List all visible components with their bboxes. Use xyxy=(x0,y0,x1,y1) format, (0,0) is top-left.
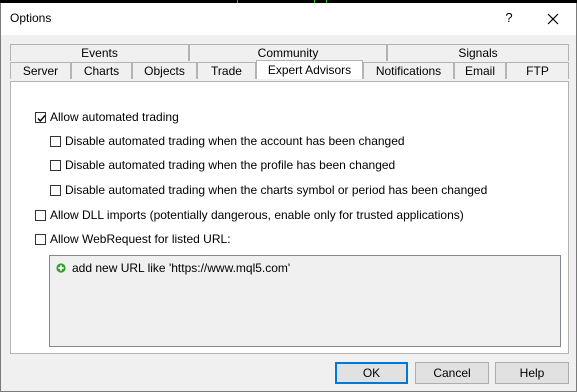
tab-ftp[interactable]: FTP xyxy=(506,62,569,79)
ok-button[interactable]: OK xyxy=(335,362,408,384)
checkmark-icon xyxy=(37,114,46,122)
allow-dll-imports-option[interactable]: Allow DLL imports (potentially dangerous… xyxy=(35,207,464,223)
disable-on-profile-change-checkbox[interactable] xyxy=(50,159,61,171)
tab-email[interactable]: Email xyxy=(454,62,506,79)
allow-automated-trading-checkbox[interactable] xyxy=(35,111,46,123)
allow-dll-imports-checkbox[interactable] xyxy=(35,209,46,221)
allow-dll-imports-label: Allow DLL imports (potentially dangerous… xyxy=(50,208,464,222)
tab-row-bottom: Server Charts Objects Trade Expert Advis… xyxy=(10,60,569,80)
url-list[interactable]: add new URL like 'https://www.mql5.com' xyxy=(49,255,561,347)
allow-automated-trading-label: Allow automated trading xyxy=(50,110,179,124)
tab-trade[interactable]: Trade xyxy=(197,62,256,79)
help-title-button[interactable]: ? xyxy=(501,8,517,28)
tab-server[interactable]: Server xyxy=(10,62,71,79)
title-bar: Options ? xyxy=(1,3,576,35)
allow-webrequest-label: Allow WebRequest for listed URL: xyxy=(50,232,231,246)
tab-charts[interactable]: Charts xyxy=(71,62,132,79)
disable-on-account-change-checkbox[interactable] xyxy=(50,135,61,147)
disable-on-symbol-change-checkbox[interactable] xyxy=(50,184,61,196)
disable-on-profile-change-option[interactable]: Disable automated trading when the profi… xyxy=(50,157,395,173)
cancel-button[interactable]: Cancel xyxy=(415,362,489,384)
allow-automated-trading-option[interactable]: Allow automated trading xyxy=(35,109,179,125)
tab-events[interactable]: Events xyxy=(10,44,189,61)
add-url-item[interactable]: add new URL like 'https://www.mql5.com' xyxy=(56,261,290,275)
disable-on-account-change-label: Disable automated trading when the accou… xyxy=(65,134,405,148)
options-dialog: Options ? Events Community Signals Serve… xyxy=(0,3,577,392)
tab-notifications[interactable]: Notifications xyxy=(363,62,454,79)
window-title: Options xyxy=(10,11,52,25)
allow-webrequest-option[interactable]: Allow WebRequest for listed URL: xyxy=(35,231,231,247)
help-button[interactable]: Help xyxy=(495,362,569,384)
disable-on-profile-change-label: Disable automated trading when the profi… xyxy=(65,158,396,172)
allow-webrequest-checkbox[interactable] xyxy=(35,233,46,245)
tab-community[interactable]: Community xyxy=(189,44,387,61)
tab-expert-advisors[interactable]: Expert Advisors xyxy=(256,60,363,79)
close-button[interactable] xyxy=(542,8,564,30)
add-url-label: add new URL like 'https://www.mql5.com' xyxy=(72,261,291,275)
disable-on-account-change-option[interactable]: Disable automated trading when the accou… xyxy=(50,133,405,149)
disable-on-symbol-change-label: Disable automated trading when the chart… xyxy=(65,183,488,197)
expert-advisors-panel: Allow automated trading Disable automate… xyxy=(10,81,569,354)
close-icon xyxy=(547,13,559,25)
tab-signals[interactable]: Signals xyxy=(387,44,569,61)
disable-on-symbol-change-option[interactable]: Disable automated trading when the chart… xyxy=(50,182,487,198)
plus-circle-icon xyxy=(56,263,66,273)
tab-objects[interactable]: Objects xyxy=(132,62,197,79)
